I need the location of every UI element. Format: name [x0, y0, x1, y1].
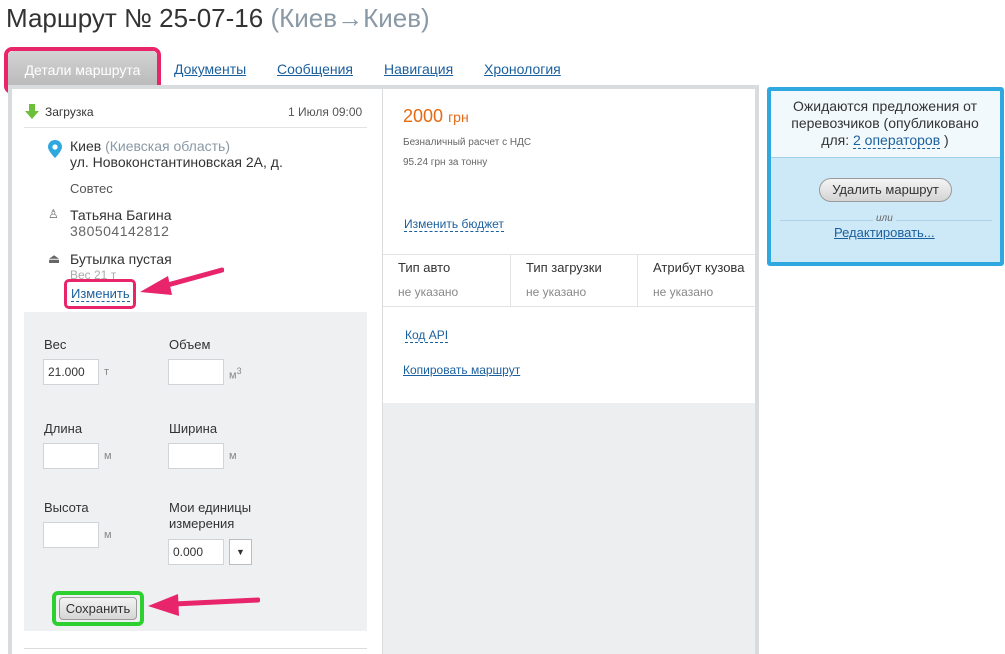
loading-address: ул. Новоконстантиновская 2А, д.: [70, 154, 283, 170]
header-vehicle-type: Тип авто: [398, 260, 451, 275]
value-vehicle-type: не указано: [398, 285, 459, 299]
header-body-attribute: Атрибут кузова: [653, 260, 745, 275]
page-title: Маршрут № 25-07-16 (Киев→Киев): [6, 3, 430, 34]
city-name: Киев: [70, 138, 102, 154]
tab-documents[interactable]: Документы: [174, 61, 246, 77]
contact-phone: 380504142812: [70, 223, 170, 239]
change-cargo-link[interactable]: Изменить: [71, 286, 130, 302]
divider: [24, 127, 367, 128]
custom-units-select[interactable]: ▼: [229, 539, 252, 565]
or-separator: или: [873, 213, 896, 224]
title-number: Маршрут № 25-07-16: [6, 3, 264, 33]
volume-unit: м3: [229, 366, 242, 382]
custom-units-label-2: измерения: [169, 516, 235, 531]
height-input[interactable]: [43, 522, 99, 548]
width-label: Ширина: [169, 421, 218, 436]
loading-date: 1 Июля 09:00: [288, 105, 363, 119]
table-divider: [510, 255, 511, 306]
custom-units-input[interactable]: 0.000: [168, 539, 224, 565]
edit-route-link[interactable]: Редактировать...: [834, 225, 935, 240]
weight-input[interactable]: 21.000: [43, 359, 99, 385]
weight-label: Вес: [44, 337, 67, 352]
change-budget-link[interactable]: Изменить бюджет: [404, 217, 504, 232]
offers-text-line-3: для: 2 операторов ): [774, 132, 996, 149]
volume-input[interactable]: [168, 359, 224, 385]
down-arrow-icon: [25, 104, 39, 119]
tab-messages[interactable]: Сообщения: [277, 61, 353, 77]
location-pin-icon: [48, 140, 62, 158]
value-loading-type: не указано: [526, 285, 587, 299]
cargo-name: Бутылка пустая: [70, 251, 172, 267]
weight-unit: т: [104, 366, 110, 378]
price: 2000 грн: [403, 106, 469, 127]
length-unit: м: [104, 450, 112, 462]
offers-text-line-2: перевозчиков (опубликовано: [791, 115, 979, 131]
offers-status-text: Ожидаются предложения от перевозчиков (о…: [774, 98, 996, 149]
length-input[interactable]: [43, 443, 99, 469]
volume-unit-sup: 3: [236, 366, 242, 376]
tab-navigation[interactable]: Навигация: [384, 61, 453, 77]
loading-label: Загрузка: [45, 105, 94, 119]
tab-chronology[interactable]: Хронология: [484, 61, 561, 77]
person-icon: ♙: [48, 207, 59, 221]
api-code-link[interactable]: Код API: [405, 328, 449, 343]
operators-link[interactable]: 2 операторов: [852, 132, 941, 149]
title-route: (Киев→Киев): [270, 3, 430, 33]
delete-route-button[interactable]: Удалить маршрут: [819, 178, 952, 202]
city-region: (Киевская область): [105, 138, 230, 154]
volume-label: Объем: [169, 337, 211, 352]
annotation-arrow-icon: [148, 594, 260, 616]
height-label: Высота: [44, 500, 89, 515]
payment-note: Безналичный расчет с НДС: [403, 137, 532, 148]
price-per-ton: 95.24 грн за тонну: [403, 157, 488, 168]
offers-for-label: для:: [821, 132, 850, 148]
loading-company: Совтес: [70, 181, 113, 196]
width-unit: м: [229, 450, 237, 462]
table-divider: [637, 255, 638, 306]
price-currency: грн: [448, 109, 469, 125]
contact-name: Татьяна Багина: [70, 207, 172, 223]
annotation-arrow-icon: [140, 267, 224, 295]
price-amount: 2000: [403, 106, 444, 126]
custom-units-label-1: Мои единицы: [169, 500, 252, 515]
offers-text-line-1: Ожидаются предложения от: [793, 98, 977, 114]
value-body-attribute: не указано: [653, 285, 714, 299]
divider: [24, 648, 367, 649]
length-label: Длина: [44, 421, 83, 436]
offers-close-paren: ): [944, 132, 949, 148]
loading-city: Киев (Киевская область): [70, 138, 230, 154]
volume-unit-base: м: [229, 369, 237, 382]
cargo-icon: ⏏: [48, 251, 61, 266]
width-input[interactable]: [168, 443, 224, 469]
copy-route-link[interactable]: Копировать маршрут: [403, 363, 520, 377]
header-loading-type: Тип загрузки: [526, 260, 602, 275]
save-button[interactable]: Сохранить: [59, 597, 137, 620]
height-unit: м: [104, 529, 112, 541]
